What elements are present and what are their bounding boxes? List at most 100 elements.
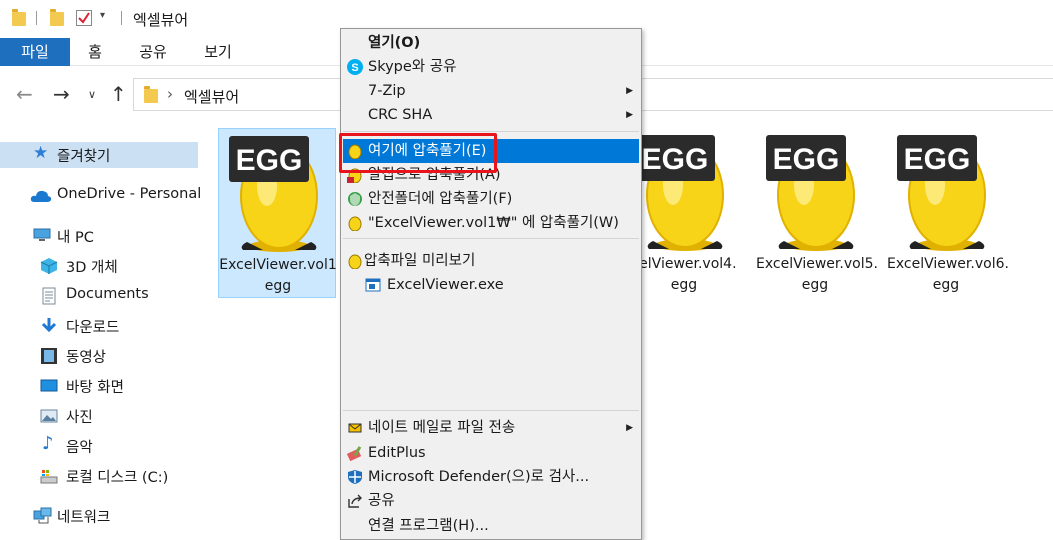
new-folder-icon[interactable] (50, 9, 64, 26)
divider (121, 11, 122, 25)
egg-icon (347, 253, 363, 270)
svg-text:EGG: EGG (236, 144, 303, 177)
file-name: ExcelViewer.vol6. egg (887, 256, 1009, 293)
sidebar-item-local-disk[interactable]: 로컬 디스크 (C:) (0, 463, 200, 489)
file-item[interactable]: EGG ExcelViewer.vol1 egg (218, 128, 337, 298)
folder-icon (144, 86, 158, 103)
file-name: ExcelViewer.vol5. egg (756, 256, 878, 293)
svg-text:EGG: EGG (904, 143, 971, 176)
folder-icon (12, 9, 26, 26)
context-menu: 열기(O) S Skype와 공유 7-Zip ▶ CRC SHA ▶ 여기에 압축풀기(E)… (340, 28, 642, 540)
divider (36, 11, 37, 25)
sidebar-item-this-pc[interactable]: 내 PC (0, 223, 200, 249)
menu-item[interactable]: 압축파일 미리보기 (343, 249, 639, 273)
breadcrumb-separator: › (167, 85, 173, 103)
egg-icon (347, 215, 363, 232)
sidebar-item-downloads[interactable]: 다운로드 (0, 313, 200, 339)
tab-file[interactable]: 파일 (0, 38, 70, 66)
editplus-icon (346, 445, 363, 462)
cloud-icon (30, 189, 52, 207)
menu-item[interactable]: 연결 프로그램(H)... (343, 514, 639, 538)
menu-item-label: 연결 프로그램(H)... (368, 518, 489, 534)
pc-icon (33, 228, 51, 246)
tab-view[interactable]: 보기 (195, 38, 241, 66)
customize-toolbar-chevron-icon[interactable]: ▾ (100, 10, 105, 21)
egg-archive-icon: EGG (229, 136, 318, 252)
menu-item-label: "ExcelViewer.vol1₩" 에 압축풀기(W) (368, 215, 619, 231)
menu-item[interactable]: S Skype와 공유 (343, 55, 639, 79)
menu-separator (343, 131, 639, 132)
menu-item-label: ExcelViewer.exe (387, 277, 504, 293)
star-icon: ★ (33, 143, 49, 163)
file-name: ExcelViewer.vol1 egg (219, 257, 337, 294)
back-arrow-icon[interactable]: ← (16, 82, 33, 106)
sidebar-item-videos[interactable]: 동영상 (0, 343, 200, 369)
menu-item-label: EditPlus (368, 445, 426, 461)
menu-item[interactable]: 7-Zip ▶ (343, 79, 639, 103)
svg-text:S: S (351, 62, 358, 74)
sidebar-item-music[interactable]: ♪ 음악 (0, 433, 200, 459)
menu-separator (343, 410, 639, 411)
exe-icon (365, 277, 381, 293)
file-item[interactable]: EGG ExcelViewer.vol6. egg (887, 128, 1009, 298)
menu-item-label: 네이트 메일로 파일 전송 (368, 420, 516, 436)
menu-item[interactable]: CRC SHA ▶ (343, 103, 639, 127)
menu-item[interactable]: 공유 (343, 489, 639, 513)
file-item[interactable]: EGG ExcelViewer.vol5. egg (756, 128, 878, 298)
egg-archive-icon: EGG (635, 135, 724, 251)
window-title: 엑셀뷰어 (133, 11, 189, 29)
picture-icon (40, 407, 58, 425)
document-icon (40, 287, 58, 305)
share-icon (347, 493, 363, 509)
cube-icon (40, 257, 58, 275)
navigation-pane: ★ 즐겨찾기 OneDrive - Personal 내 PC 3D 개체 Do… (0, 128, 201, 538)
submenu-arrow-icon: ▶ (626, 423, 633, 433)
forward-arrow-icon[interactable]: → (53, 82, 70, 106)
menu-item[interactable]: EditPlus (343, 441, 639, 465)
sidebar-item-network[interactable]: 네트워크 (0, 503, 200, 529)
egg-archive-icon: EGG (766, 135, 855, 251)
menu-item[interactable]: ExcelViewer.exe (343, 273, 639, 297)
music-icon: ♪ (42, 433, 54, 454)
sidebar-item-desktop[interactable]: 바탕 화면 (0, 373, 200, 399)
recent-locations-chevron-icon[interactable]: ∨ (88, 88, 96, 101)
sidebar-item-documents[interactable]: Documents (0, 283, 200, 309)
skype-icon: S (347, 59, 363, 75)
menu-item[interactable]: "ExcelViewer.vol1₩" 에 압축풀기(W) (343, 211, 639, 235)
egg-archive-icon: EGG (897, 135, 986, 251)
menu-separator (343, 238, 639, 239)
menu-item[interactable]: 네이트 메일로 파일 전송 ▶ (343, 416, 639, 440)
menu-item-label: CRC SHA (368, 107, 433, 123)
submenu-arrow-icon: ▶ (626, 110, 633, 120)
sidebar-item-quick-access[interactable]: ★ 즐겨찾기 (0, 142, 198, 168)
svg-text:EGG: EGG (642, 143, 709, 176)
menu-item-label: 안전폴더에 압축풀기(F) (368, 191, 513, 207)
menu-item-label: 열기(O) (368, 35, 421, 51)
tab-home[interactable]: 홈 (80, 38, 110, 66)
defender-icon (347, 469, 363, 485)
menu-item[interactable]: 열기(O) (343, 31, 639, 55)
breadcrumb[interactable]: 엑셀뷰어 (184, 86, 239, 107)
menu-item[interactable]: 안전폴더에 압축풀기(F) (343, 187, 639, 211)
annotation-highlight-box (339, 133, 497, 173)
menu-item[interactable]: Microsoft Defender(으)로 검사... (343, 465, 639, 489)
submenu-arrow-icon: ▶ (626, 86, 633, 96)
file-item[interactable]: EGG celViewer.vol4. egg (625, 128, 743, 298)
disk-icon (40, 467, 58, 485)
up-arrow-icon[interactable]: ↑ (110, 82, 127, 106)
menu-item-label: Microsoft Defender(으)로 검사... (368, 469, 590, 485)
properties-icon[interactable] (76, 10, 92, 26)
menu-item-label: 공유 (368, 493, 395, 509)
sidebar-item-3d-objects[interactable]: 3D 개체 (0, 253, 200, 279)
network-icon (33, 507, 52, 525)
shield-folder-icon (347, 191, 363, 207)
file-name: celViewer.vol4. egg (631, 256, 737, 293)
tab-share[interactable]: 공유 (130, 38, 176, 66)
menu-item-label: 압축파일 미리보기 (364, 253, 476, 269)
menu-item-label: 7-Zip (368, 83, 406, 99)
download-icon (40, 317, 58, 335)
menu-item-label: Skype와 공유 (368, 59, 457, 75)
sidebar-item-onedrive[interactable]: OneDrive - Personal (0, 183, 201, 209)
svg-text:EGG: EGG (773, 143, 840, 176)
sidebar-item-pictures[interactable]: 사진 (0, 403, 200, 429)
